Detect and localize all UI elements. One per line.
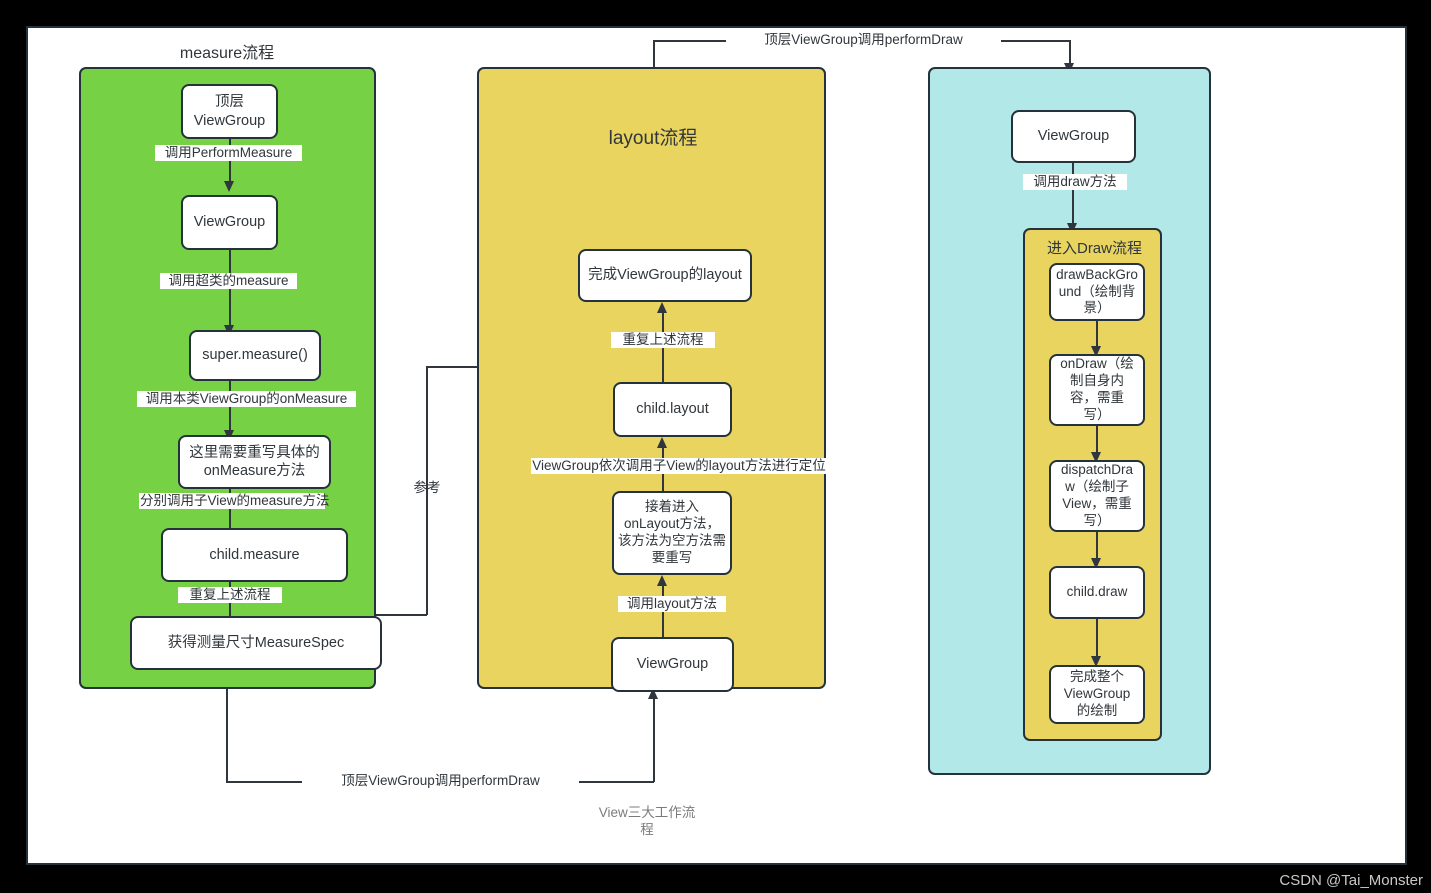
top-performdraw-drop — [1069, 40, 1071, 65]
draw-inner-container: 进入Draw流程 drawBackGro und（绘制背 景） onDraw（绘… — [1023, 228, 1162, 741]
draw-lane: ViewGroup 调用draw方法 进入Draw流程 drawBackGro … — [928, 67, 1211, 775]
draw-inner-title: 进入Draw流程 — [1046, 240, 1142, 257]
node-draw-viewgroup[interactable]: ViewGroup — [1011, 110, 1136, 163]
node-drawbackground[interactable]: drawBackGro und（绘制背 景） — [1049, 263, 1145, 321]
node-finish-layout[interactable]: 完成ViewGroup的layout — [578, 249, 752, 302]
draw-inner-edge-4-line — [1096, 619, 1098, 658]
measure-edge-3-label: 调用本类ViewGroup的onMeasure — [137, 391, 356, 407]
bottom-performdraw-riser — [653, 698, 655, 782]
csdn-watermark: CSDN @Tai_Monster — [1279, 872, 1423, 889]
draw-inner-edge-2-line — [1096, 426, 1098, 454]
bottom-performdraw-drop — [226, 689, 228, 782]
measure-edge-1-arrowhead — [224, 181, 234, 192]
node-override-onmeasure[interactable]: 这里需要重写具体的 onMeasure方法 — [178, 435, 331, 489]
draw-edge-1-line — [1072, 163, 1074, 225]
layout-edge-1-label: 重复上述流程 — [611, 332, 715, 348]
layout-lane: layout流程 完成ViewGroup的layout 重复上述流程 child… — [477, 67, 827, 692]
layout-edge-2-arrowhead — [657, 437, 667, 448]
node-child-measure[interactable]: child.measure — [161, 528, 348, 582]
node-measure-viewgroup[interactable]: ViewGroup — [181, 195, 278, 250]
node-dispatchdraw[interactable]: dispatchDra w（绘制子 View，需重 写） — [1049, 460, 1145, 532]
node-child-layout[interactable]: child.layout — [613, 382, 732, 437]
measure-edge-4-label: 分别调用子View的measure方法 — [139, 493, 330, 509]
measure-edge-5-label: 重复上述流程 — [178, 587, 282, 603]
top-performdraw-label: 顶层ViewGroup调用performDraw — [726, 32, 1001, 48]
bottom-performdraw-label: 顶层ViewGroup调用performDraw — [302, 773, 579, 789]
node-ondraw[interactable]: onDraw（绘 制自身内 容，需重 写） — [1049, 354, 1145, 426]
measure-edge-2-label: 调用超类的measure — [160, 273, 297, 289]
node-measurespec[interactable]: 获得测量尺寸MeasureSpec — [130, 616, 382, 670]
node-layout-viewgroup[interactable]: ViewGroup — [611, 637, 734, 692]
diagram-caption: View三大工作流 程 — [598, 805, 696, 837]
layout-edge-2-label: ViewGroup依次调用子View的layout方法进行定位 — [531, 458, 827, 474]
measure-lane: 顶层 ViewGroup 调用PerformMeasure ViewGroup … — [79, 67, 382, 689]
measure-lane-title: measure流程 — [179, 45, 275, 62]
node-super-measure[interactable]: super.measure() — [189, 330, 321, 381]
node-finish-draw[interactable]: 完成整个 ViewGroup 的绘制 — [1049, 665, 1145, 724]
draw-edge-1-label: 调用draw方法 — [1023, 174, 1127, 190]
reference-label: 参考 — [413, 480, 441, 495]
layout-edge-3-arrowhead — [657, 575, 667, 586]
node-onlayout[interactable]: 接着进入 onLayout方法， 该方法为空方法需 要重写 — [612, 491, 732, 575]
draw-inner-edge-1-line — [1096, 321, 1098, 348]
measure-edge-1-label: 调用PerformMeasure — [155, 145, 302, 161]
layout-edge-3-label: 调用layout方法 — [618, 596, 726, 612]
node-child-draw[interactable]: child.draw — [1049, 566, 1145, 619]
layout-lane-title: layout流程 — [608, 128, 698, 149]
layout-edge-1-arrowhead — [657, 302, 667, 313]
draw-inner-edge-3-line — [1096, 532, 1098, 560]
node-top-viewgroup[interactable]: 顶层 ViewGroup — [181, 84, 278, 139]
layout-edge-1-line — [662, 312, 664, 384]
layout-edge-3-line — [662, 585, 664, 639]
diagram-canvas: 顶层ViewGroup调用performDraw 顶层ViewGroup调用pe… — [26, 26, 1407, 865]
